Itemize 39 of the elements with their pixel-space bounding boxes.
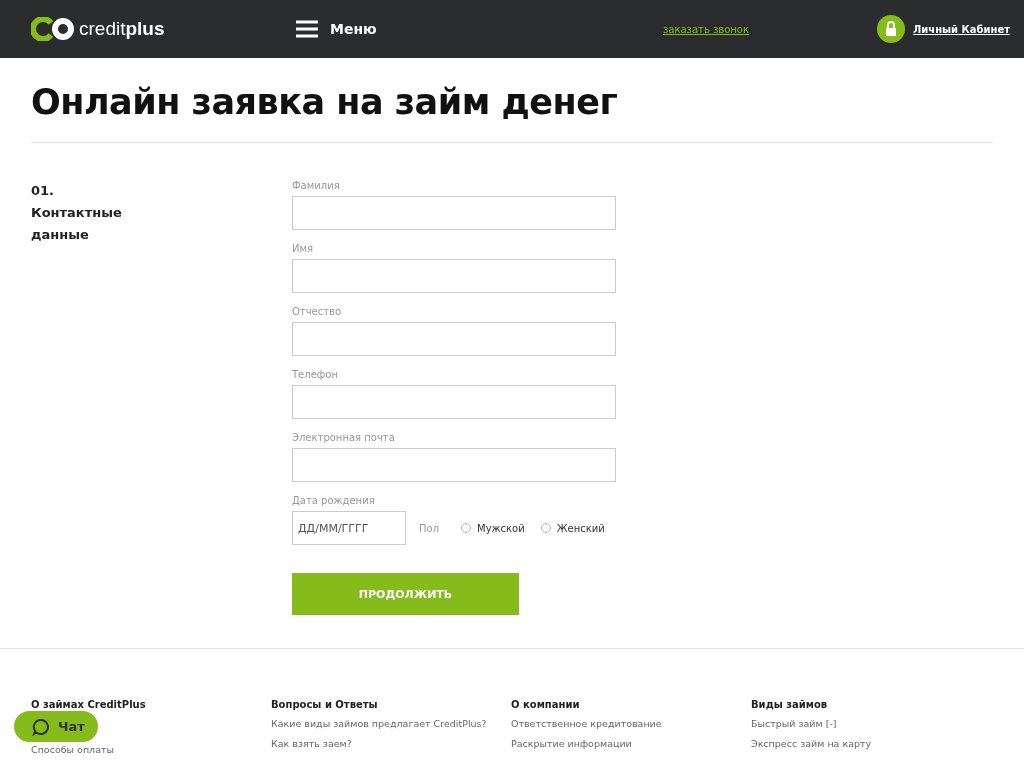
field-label: Имя: [292, 243, 315, 256]
menu-icon: [296, 20, 318, 38]
page-title: Онлайн заявка на займ денег: [31, 81, 619, 124]
logo-text: creditplus: [79, 18, 165, 40]
footer-heading: О займах CreditPlus: [31, 699, 147, 710]
step-number: 01.: [31, 182, 56, 200]
callback-link[interactable]: заказать звонок: [663, 23, 749, 35]
field-label: Телефон: [292, 369, 339, 382]
field-label: Отчество: [292, 306, 343, 319]
field-label: Фамилия: [292, 180, 341, 193]
footer-heading: Виды займов: [751, 699, 829, 710]
lock-icon: [876, 15, 905, 43]
footer-link[interactable]: Ответственное кредитование: [511, 718, 751, 729]
chat-button[interactable]: Чат: [14, 711, 98, 742]
radio-option[interactable]: Мужской: [461, 522, 525, 534]
field-label: Дата рождения: [292, 495, 376, 508]
menu-button[interactable]: Меню: [296, 20, 626, 38]
chat-icon: [32, 717, 50, 736]
gender-label: Пол: [419, 522, 440, 534]
footer-link[interactable]: Быстрый займ [-]: [751, 718, 991, 729]
footer-heading: Вопросы и Ответы: [271, 699, 379, 710]
footer-link[interactable]: Способы оплаты: [31, 744, 271, 755]
footer-heading: О компании: [511, 699, 581, 710]
input-field[interactable]: [292, 259, 616, 293]
footer-link[interactable]: Как взять заем?: [271, 738, 511, 749]
footer-link[interactable]: Раскрытие информации: [511, 738, 751, 749]
input-field[interactable]: [292, 385, 616, 419]
field-label: Электронная почта: [292, 432, 396, 445]
account-link[interactable]: Личный Кабинет: [876, 15, 1010, 43]
input-field[interactable]: [292, 322, 616, 356]
footer-link[interactable]: Какие виды займов предлагает CreditPlus?: [271, 718, 511, 729]
logo[interactable]: creditplus: [31, 17, 281, 41]
date-field[interactable]: ДД/ММ/ГГГГ: [292, 511, 406, 545]
input-field[interactable]: [292, 448, 616, 482]
input-field[interactable]: [292, 196, 616, 230]
step-title: Контактные данные: [31, 204, 123, 244]
footer-link[interactable]: Экспресс займ на карту: [751, 738, 991, 749]
logo-icon: [31, 17, 75, 41]
radio-option[interactable]: Женский: [540, 522, 605, 534]
